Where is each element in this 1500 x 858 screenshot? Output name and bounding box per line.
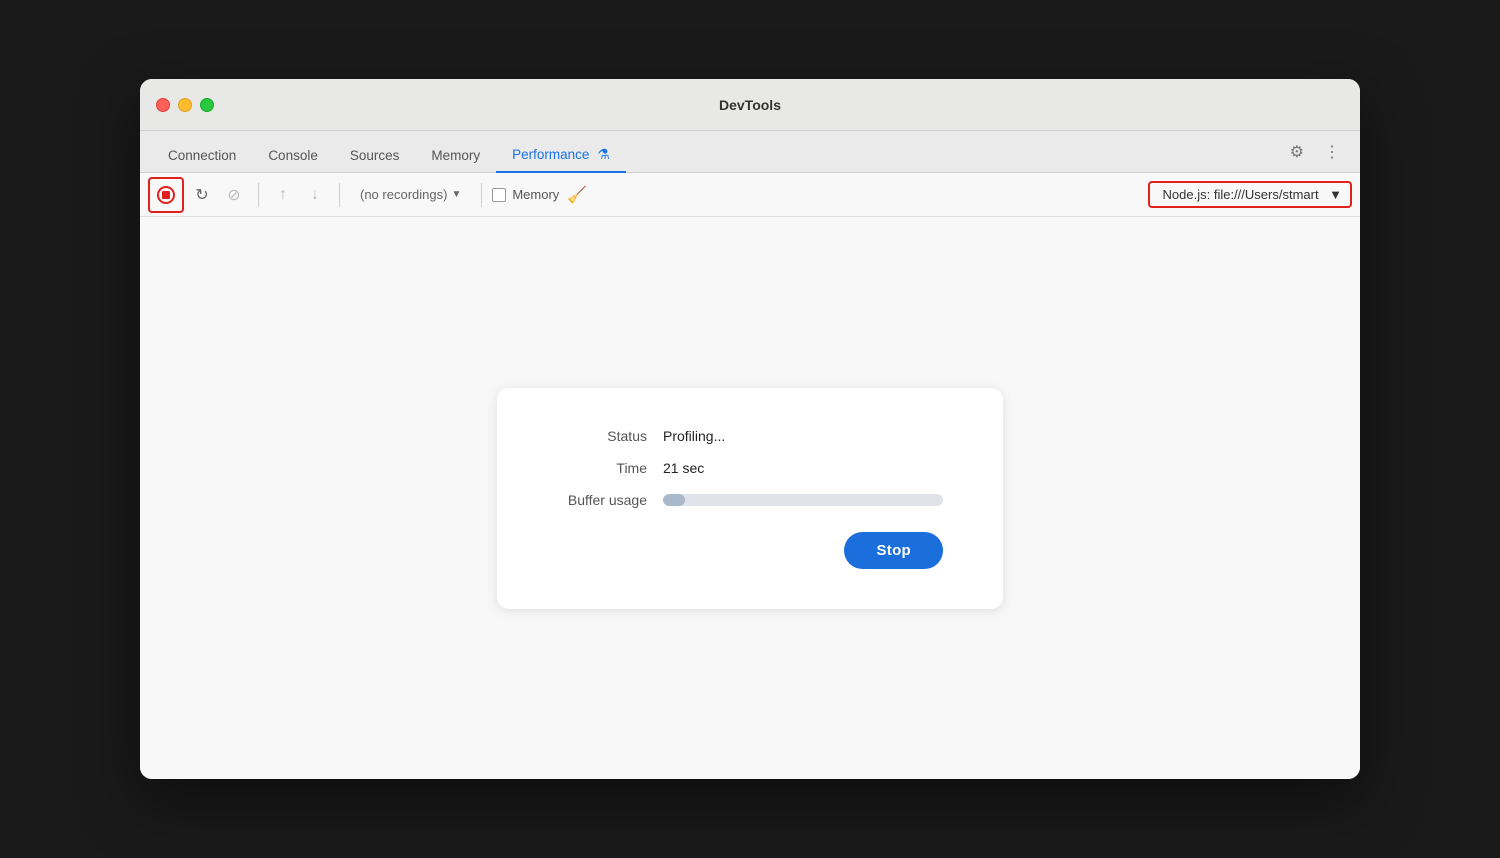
close-button[interactable] <box>156 98 170 112</box>
maximize-button[interactable] <box>200 98 214 112</box>
clear-button[interactable]: ⊘ <box>220 181 248 209</box>
target-label: Node.js: file:///Users/stmart <box>1158 187 1323 202</box>
status-field-value: Profiling... <box>663 428 725 444</box>
reload-button[interactable]: ↻ <box>188 181 216 209</box>
flask-icon: ⚗ <box>597 146 610 163</box>
tab-console[interactable]: Console <box>252 140 334 173</box>
divider-2 <box>339 183 340 207</box>
recordings-dropdown[interactable]: (no recordings) ▼ <box>350 183 471 206</box>
buffer-bar-fill <box>663 494 685 506</box>
record-icon <box>157 186 175 204</box>
upload-button[interactable]: ↑ <box>269 181 297 209</box>
divider-3 <box>481 183 482 207</box>
record-button-wrapper <box>148 177 184 213</box>
traffic-lights <box>156 98 214 112</box>
memory-label: Memory <box>512 187 559 202</box>
time-field-label: Time <box>547 460 647 476</box>
tab-bar-actions: ⚙ ⋮ <box>1286 140 1344 164</box>
devtools-window: DevTools Connection Console Sources Memo… <box>140 79 1360 779</box>
stop-button-row: Stop <box>547 532 943 569</box>
tab-bar: Connection Console Sources Memory Perfor… <box>140 131 1360 173</box>
memory-checkbox-group: Memory <box>492 187 559 202</box>
window-title: DevTools <box>719 97 781 113</box>
dropdown-arrow-icon: ▼ <box>451 189 461 200</box>
record-button[interactable] <box>152 181 180 209</box>
status-card: Status Profiling... Time 21 sec Buffer u… <box>497 388 1003 609</box>
time-row: Time 21 sec <box>547 460 943 476</box>
status-row: Status Profiling... <box>547 428 943 444</box>
toolbar: ↻ ⊘ ↑ ↓ (no recordings) ▼ Memory 🧹 <box>140 173 1360 217</box>
tab-performance[interactable]: Performance ⚗ <box>496 138 626 173</box>
time-field-value: 21 sec <box>663 460 704 476</box>
download-button[interactable]: ↓ <box>301 181 329 209</box>
stop-icon <box>162 191 170 199</box>
title-bar: DevTools <box>140 79 1360 131</box>
tab-connection[interactable]: Connection <box>152 140 252 173</box>
main-content: Status Profiling... Time 21 sec Buffer u… <box>140 217 1360 779</box>
memory-checkbox[interactable] <box>492 188 506 202</box>
minimize-button[interactable] <box>178 98 192 112</box>
tab-memory[interactable]: Memory <box>415 140 496 173</box>
buffer-bar <box>663 494 943 506</box>
status-field-label: Status <box>547 428 647 444</box>
tab-sources[interactable]: Sources <box>334 140 416 173</box>
stop-button[interactable]: Stop <box>844 532 943 569</box>
recordings-label: (no recordings) <box>360 187 447 202</box>
divider-1 <box>258 183 259 207</box>
more-options-button[interactable]: ⋮ <box>1320 140 1344 164</box>
target-dropdown[interactable]: Node.js: file:///Users/stmart ▼ <box>1150 183 1350 206</box>
target-dropdown-arrow-icon: ▼ <box>1329 187 1342 202</box>
gc-button[interactable]: 🧹 <box>563 181 591 209</box>
buffer-field-label: Buffer usage <box>547 492 647 508</box>
target-dropdown-wrapper: Node.js: file:///Users/stmart ▼ <box>1148 181 1352 208</box>
buffer-row: Buffer usage <box>547 492 943 508</box>
settings-button[interactable]: ⚙ <box>1286 140 1308 164</box>
